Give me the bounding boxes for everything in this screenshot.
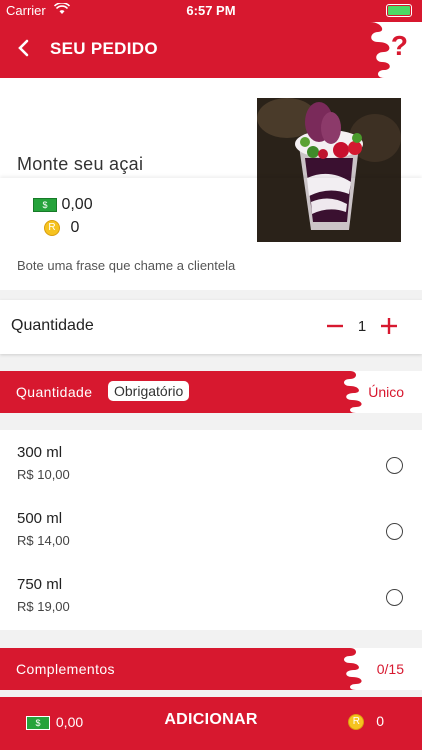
product-name: Monte seu açai xyxy=(17,154,144,174)
product-points: 0 xyxy=(70,219,80,236)
page-title: SEU PEDIDO xyxy=(50,39,158,58)
plus-icon xyxy=(381,318,397,334)
option-name: 500 ml xyxy=(17,510,63,527)
clock: 6:57 PM xyxy=(186,3,236,18)
bottom-bar: $ 0,00 ADICIONAR R 0 xyxy=(0,697,422,750)
money-bill-icon: $ xyxy=(33,197,57,212)
complements-count: 0/15 xyxy=(376,661,404,677)
radio-button[interactable] xyxy=(386,589,403,606)
minus-icon xyxy=(327,324,343,328)
points-row: R 0 xyxy=(44,219,79,237)
product-price: 0,00 xyxy=(61,196,93,213)
back-button[interactable] xyxy=(10,34,38,62)
quantity-value: 1 xyxy=(357,318,367,335)
size-options-list: 300 ml R$ 10,00 500 ml R$ 14,00 750 ml R… xyxy=(0,430,422,630)
option-price: R$ 19,00 xyxy=(17,599,70,614)
selection-rule: Único xyxy=(368,384,404,400)
product-card: Monte seu açai $ 0,00 R 0 Bote uma frase… xyxy=(0,78,422,290)
complements-title: Complementos xyxy=(16,661,115,677)
option-price: R$ 14,00 xyxy=(17,533,70,548)
size-option[interactable]: 300 ml R$ 10,00 xyxy=(0,430,422,496)
radio-button[interactable] xyxy=(386,457,403,474)
size-option[interactable]: 500 ml R$ 14,00 xyxy=(0,496,422,562)
coin-icon: R xyxy=(348,714,365,731)
product-tagline: Bote uma frase que chame a clientela xyxy=(17,258,236,273)
option-name: 750 ml xyxy=(17,576,63,593)
size-section-title: Quantidade xyxy=(16,384,93,400)
radio-button[interactable] xyxy=(386,523,403,540)
option-price: R$ 10,00 xyxy=(17,467,70,482)
help-button[interactable]: ? xyxy=(391,30,408,62)
price-row: $ 0,00 xyxy=(33,196,93,214)
price-block: $ 0,00 R 0 xyxy=(0,178,422,290)
total-points: R 0 xyxy=(348,713,384,731)
coin-icon: R xyxy=(44,219,60,236)
size-section-header: Quantidade Obrigatório Único xyxy=(0,371,422,413)
complements-section-header[interactable]: Complementos 0/15 xyxy=(0,648,422,690)
nav-bar: SEU PEDIDO ? xyxy=(0,22,422,78)
chevron-left-icon xyxy=(18,39,29,57)
quantity-label: Quantidade xyxy=(11,317,94,334)
quantity-card: Quantidade 1 xyxy=(0,300,422,354)
size-option[interactable]: 750 ml R$ 19,00 xyxy=(0,562,422,628)
screen: Carrier 6:57 PM SEU PEDIDO ? Monte seu a… xyxy=(0,0,422,750)
decrease-button[interactable] xyxy=(324,312,346,340)
increase-button[interactable] xyxy=(378,312,400,340)
quantity-stepper[interactable]: 1 xyxy=(324,312,400,342)
battery-icon xyxy=(386,4,412,17)
option-name: 300 ml xyxy=(17,444,63,461)
required-badge: Obrigatório xyxy=(108,381,190,401)
wave-decoration xyxy=(370,22,422,78)
status-bar: Carrier 6:57 PM xyxy=(0,0,422,22)
points-value: 0 xyxy=(376,713,384,729)
